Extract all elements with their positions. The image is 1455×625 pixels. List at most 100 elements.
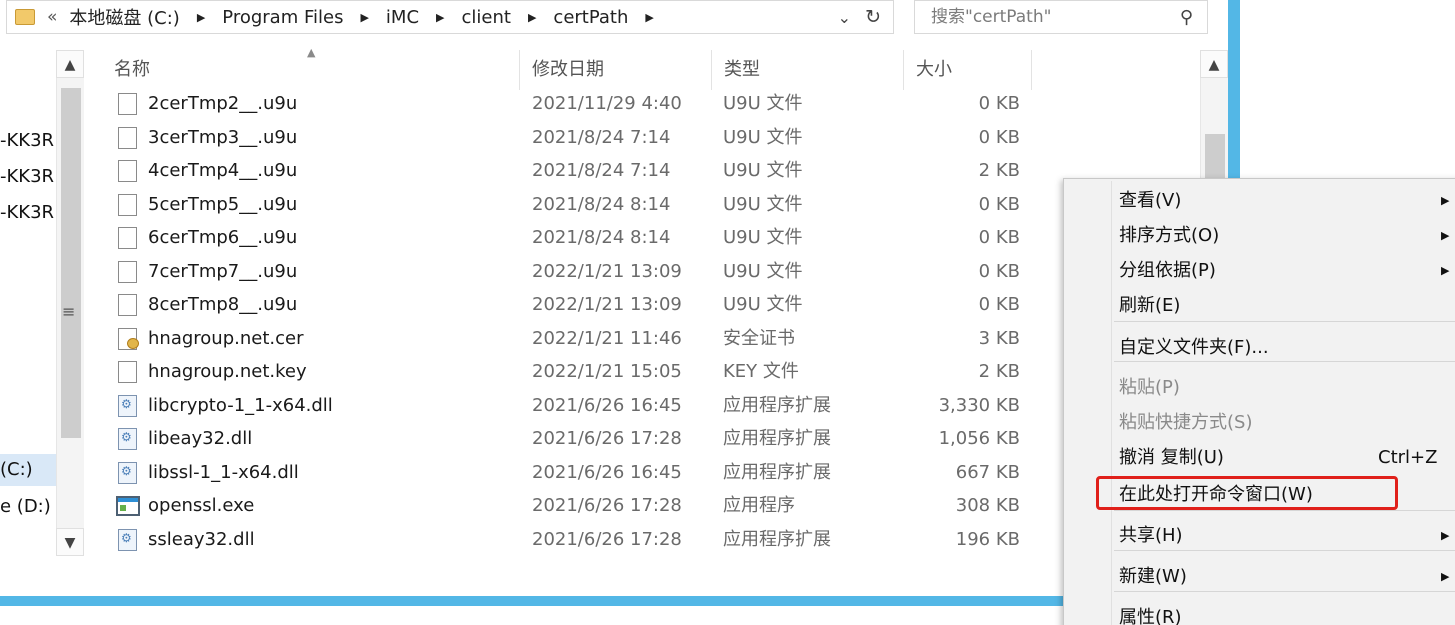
chevron-right-icon[interactable]: ▶	[528, 11, 536, 24]
menu-item-properties[interactable]: 属性(R)	[1064, 600, 1455, 625]
file-modified-date: 2022/1/21 13:09	[532, 260, 682, 282]
breadcrumb-client[interactable]: client	[462, 7, 511, 28]
dll-icon	[118, 428, 137, 450]
file-type: 应用程序扩展	[723, 428, 831, 449]
file-row[interactable]: ssleay32.dll 2021/6/26 17:28 应用程序扩展 196 KB	[112, 523, 1032, 556]
menu-item-view[interactable]: 查看(V) ▶	[1064, 183, 1455, 218]
column-header-name[interactable]: 名称	[102, 50, 520, 90]
file-size: 2 KB	[978, 361, 1020, 382]
file-size: 0 KB	[978, 126, 1020, 148]
menu-separator	[1114, 591, 1455, 592]
column-header-type[interactable]: 类型	[712, 50, 904, 90]
exe-icon	[116, 496, 140, 516]
chevron-right-icon[interactable]: ▶	[645, 11, 653, 24]
file-row[interactable]: 5cerTmp5__.u9u 2021/8/24 8:14 U9U 文件 0 KB	[112, 188, 1032, 221]
menu-item-refresh[interactable]: 刷新(E)	[1064, 288, 1455, 323]
file-row[interactable]: hnagroup.net.key 2022/1/21 15:05 KEY 文件 2 K…	[112, 355, 1032, 388]
file-row[interactable]: 8cerTmp8__.u9u 2022/1/21 13:09 U9U 文件 0 KB	[112, 288, 1032, 321]
chevron-right-icon[interactable]: ▶	[360, 11, 368, 24]
file-list-scroll-thumb[interactable]	[1205, 134, 1225, 184]
file-modified-date: 2022/1/21 13:09	[532, 294, 682, 315]
file-modified-date: 2021/6/26 16:45	[532, 461, 682, 483]
context-menu: 查看(V) ▶ 排序方式(O) ▶ 分组依据(P) ▶ 刷新(E) 自定义文件夹(F)... 粘…	[1063, 178, 1455, 625]
breadcrumb-imc[interactable]: iMC	[386, 7, 419, 28]
search-input[interactable]	[915, 2, 1165, 32]
submenu-arrow-icon: ▶	[1441, 194, 1450, 207]
file-icon	[118, 294, 137, 316]
file-type: U9U 文件	[723, 193, 803, 215]
menu-item-paste: 粘贴(P)	[1064, 370, 1455, 405]
nav-item-drive-d[interactable]: e (D:) d	[0, 496, 58, 517]
menu-item-new[interactable]: 新建(W) ▶	[1064, 559, 1455, 594]
file-modified-date: 2021/6/26 16:45	[532, 394, 682, 416]
menu-item-group-by[interactable]: 分组依据(P) ▶	[1064, 253, 1455, 288]
file-type: U9U 文件	[723, 93, 803, 114]
menu-item-undo-copy[interactable]: 撤消 复制(U) Ctrl+Z	[1064, 440, 1455, 475]
chevron-right-icon[interactable]: ▶	[436, 11, 444, 24]
file-size: 0 KB	[978, 227, 1020, 248]
file-row[interactable]: libssl-1_1-x64.dll 2021/6/26 16:45 应用程序扩展 6…	[112, 456, 1032, 489]
file-modified-date: 2021/6/26 17:28	[532, 528, 682, 550]
file-name: 2cerTmp2__.u9u	[148, 93, 298, 114]
file-row[interactable]: 7cerTmp7__.u9u 2022/1/21 13:09 U9U 文件 0 KB	[112, 255, 1032, 288]
file-size: 0 KB	[978, 93, 1020, 114]
breadcrumb-local-disk[interactable]: 本地磁盘 (C:)	[69, 4, 179, 30]
search-icon[interactable]: ⚲	[1180, 7, 1193, 28]
menu-item-share[interactable]: 共享(H) ▶	[1064, 518, 1455, 553]
breadcrumb-certpath[interactable]: certPath	[553, 7, 628, 28]
menu-separator	[1114, 361, 1455, 362]
file-row[interactable]: hnagroup.net.cer 2022/1/21 11:46 安全证书 3 KB	[112, 322, 1032, 355]
certificate-icon	[118, 327, 139, 350]
file-modified-date: 2021/8/24 7:14	[532, 160, 671, 181]
file-type: 应用程序	[723, 495, 795, 516]
file-size: 3 KB	[978, 327, 1020, 349]
column-header-date[interactable]: 修改日期	[520, 50, 712, 90]
nav-item-network-pc[interactable]: -KK3R	[0, 202, 58, 223]
file-name: libeay32.dll	[148, 428, 253, 449]
search-box[interactable]: ⚲	[914, 0, 1208, 34]
dll-icon	[118, 461, 137, 484]
chevron-right-icon[interactable]: ▶	[197, 11, 205, 24]
nav-item-network-pc[interactable]: -KK3R	[0, 130, 58, 151]
file-row[interactable]: libcrypto-1_1-x64.dll 2021/6/26 16:45 应用程序…	[112, 389, 1032, 422]
file-row[interactable]: libeay32.dll 2021/6/26 17:28 应用程序扩展 1,056 K…	[112, 422, 1032, 455]
file-size: 2 KB	[978, 160, 1020, 181]
file-icon	[118, 160, 137, 182]
file-row[interactable]: 6cerTmp6__.u9u 2021/8/24 8:14 U9U 文件 0 KB	[112, 221, 1032, 254]
file-size: 3,330 KB	[938, 394, 1020, 416]
file-row[interactable]: 3cerTmp3__.u9u 2021/8/24 7:14 U9U 文件 0 KB	[112, 121, 1032, 154]
refresh-icon[interactable]: ↻	[865, 6, 881, 28]
file-name: 4cerTmp4__.u9u	[148, 160, 298, 181]
menu-item-paste-shortcut: 粘贴快捷方式(S)	[1064, 405, 1455, 440]
menu-item-label: 排序方式(O)	[1119, 225, 1220, 246]
menu-item-sort-by[interactable]: 排序方式(O) ▶	[1064, 218, 1455, 253]
file-icon	[118, 126, 137, 149]
file-size: 667 KB	[955, 461, 1020, 483]
file-row[interactable]: 4cerTmp4__.u9u 2021/8/24 7:14 U9U 文件 2 KB	[112, 154, 1032, 187]
nav-pane-scroll-thumb[interactable]	[61, 88, 81, 438]
menu-item-customize-folder[interactable]: 自定义文件夹(F)...	[1064, 330, 1455, 365]
file-name: 6cerTmp6__.u9u	[148, 227, 298, 248]
breadcrumb-overflow-button[interactable]: «	[47, 7, 57, 27]
nav-item-drive-c[interactable]: (C:)	[0, 454, 58, 486]
menu-separator	[1114, 321, 1455, 322]
file-row[interactable]: 2cerTmp2__.u9u 2021/11/29 4:40 U9U 文件 0 KB	[112, 87, 1032, 120]
file-name: 7cerTmp7__.u9u	[148, 260, 298, 282]
scroll-up-button[interactable]: ▲	[1200, 50, 1228, 78]
file-row[interactable]: openssl.exe 2021/6/26 17:28 应用程序 308 KB	[112, 489, 1032, 522]
file-icon	[118, 193, 137, 216]
address-bar[interactable]: « 本地磁盘 (C:) ▶ Program Files ▶ iMC ▶ clie…	[6, 0, 894, 34]
chevron-down-icon[interactable]: ⌄	[838, 8, 851, 27]
file-type: 安全证书	[723, 327, 795, 349]
menu-separator	[1114, 510, 1455, 511]
file-name: hnagroup.net.cer	[148, 327, 304, 349]
scroll-down-button[interactable]: ▼	[56, 528, 84, 556]
file-modified-date: 2021/6/26 17:28	[532, 428, 682, 449]
column-header-size[interactable]: 大小	[904, 50, 1032, 90]
file-name: 8cerTmp8__.u9u	[148, 294, 298, 315]
file-type: 应用程序扩展	[723, 528, 831, 550]
nav-item-network-pc[interactable]: -KK3R	[0, 166, 58, 187]
scroll-up-button[interactable]: ▲	[56, 50, 84, 78]
file-icon	[118, 93, 137, 115]
breadcrumb-program-files[interactable]: Program Files	[222, 7, 343, 28]
